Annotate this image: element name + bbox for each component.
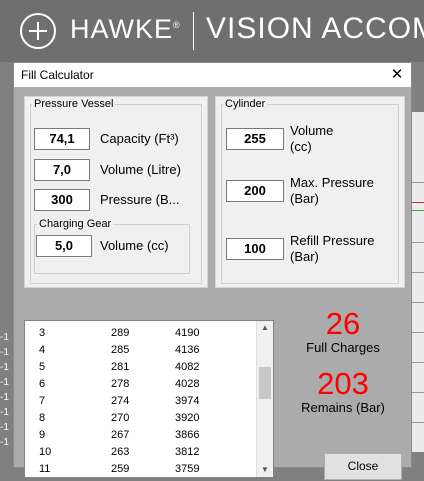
- list-item[interactable]: 7 274 3974: [25, 393, 255, 410]
- list-cell-index: 4: [39, 344, 46, 356]
- background-mark: -1: [0, 377, 9, 388]
- section-title: VISION ACCOMF: [206, 12, 424, 45]
- list-cell-index: 8: [39, 412, 46, 424]
- capacity-label: Capacity (Ft³): [100, 131, 179, 146]
- list-cell-value: 4190: [175, 327, 200, 339]
- scroll-down-icon[interactable]: ▼: [257, 463, 273, 477]
- volume-litre-field[interactable]: 7,0: [34, 159, 90, 181]
- list-cell-index: 11: [39, 463, 51, 475]
- hawke-logo-icon: [20, 13, 56, 49]
- list-cell-pressure: 281: [111, 361, 130, 373]
- background-mark: -1: [0, 422, 9, 433]
- list-cell-value: 3920: [175, 412, 200, 424]
- list-cell-index: 6: [39, 378, 46, 390]
- pressure-vessel-panel: Pressure Vessel 74,1 Capacity (Ft³) 7,0 …: [24, 96, 208, 288]
- list-item[interactable]: 8 270 3920: [25, 410, 255, 427]
- list-item[interactable]: 3 289 4190: [25, 325, 255, 342]
- list-cell-pressure: 263: [111, 446, 130, 458]
- scroll-up-icon[interactable]: ▲: [257, 321, 273, 335]
- charging-gear-volume-field[interactable]: 5,0: [36, 235, 92, 257]
- cylinder-label: Cylinder: [223, 98, 268, 110]
- pressure-field[interactable]: 300: [34, 189, 90, 211]
- background-left-marks: -1 -1 -1 -1 -1 -1 -1 -1: [0, 330, 12, 460]
- cylinder-volume-label: Volume: [290, 123, 334, 138]
- list-cell-value: 3759: [175, 463, 200, 475]
- list-item[interactable]: 11 259 3759: [25, 461, 255, 477]
- full-charges-value: 26: [325, 306, 361, 341]
- background-mark: -1: [0, 437, 9, 448]
- close-button[interactable]: Close: [324, 453, 402, 480]
- refill-pressure-label: Refill Pressure: [290, 233, 375, 248]
- list-cell-pressure: 267: [111, 429, 130, 441]
- fill-calculator-dialog: Fill Calculator ✕ Pressure Vessel 74,1 C…: [13, 62, 412, 480]
- brand-divider: [193, 12, 194, 50]
- title-bar: Fill Calculator ✕: [14, 63, 411, 87]
- list-cell-index: 10: [39, 446, 52, 458]
- list-cell-pressure: 270: [111, 412, 130, 424]
- list-item[interactable]: 10 263 3812: [25, 444, 255, 461]
- max-pressure-unit: (Bar): [290, 191, 319, 206]
- background-mark: -1: [0, 407, 9, 418]
- remains-label: Remains (Bar): [301, 400, 385, 415]
- background-chart-strip: [410, 112, 424, 452]
- charging-gear-volume-label: Volume (cc): [100, 238, 169, 253]
- list-cell-pressure: 259: [111, 463, 130, 475]
- list-cell-pressure: 289: [111, 327, 130, 339]
- background-mark: -1: [0, 347, 9, 358]
- background-mark: -1: [0, 362, 9, 373]
- list-scrollbar[interactable]: ▲ ▼: [256, 321, 273, 477]
- list-item[interactable]: 9 267 3866: [25, 427, 255, 444]
- list-cell-value: 3974: [175, 395, 200, 407]
- close-icon[interactable]: ✕: [383, 63, 411, 87]
- list-item[interactable]: 4 285 4136: [25, 342, 255, 359]
- list-cell-index: 9: [39, 429, 46, 441]
- charging-gear-label: Charging Gear: [37, 218, 114, 230]
- volume-litre-label: Volume (Litre): [100, 162, 181, 177]
- brand-name: HAWKE®: [70, 14, 181, 44]
- capacity-field[interactable]: 74,1: [34, 128, 90, 150]
- dialog-client: Pressure Vessel 74,1 Capacity (Ft³) 7,0 …: [14, 87, 411, 480]
- max-pressure-label: Max. Pressure: [290, 175, 374, 190]
- cylinder-panel: Cylinder 255 Volume (cc) 200 Max. Pressu…: [215, 96, 405, 288]
- list-cell-value: 4028: [175, 378, 200, 390]
- list-cell-value: 4136: [175, 344, 200, 356]
- max-pressure-field[interactable]: 200: [226, 180, 284, 202]
- cylinder-volume-unit: (cc): [290, 139, 312, 154]
- list-cell-value: 3812: [175, 446, 200, 458]
- dialog-title: Fill Calculator: [21, 68, 94, 82]
- scroll-thumb[interactable]: [259, 367, 271, 399]
- pressure-vessel-label: Pressure Vessel: [32, 98, 116, 110]
- remains-value: 203: [317, 366, 369, 401]
- list-cell-pressure: 285: [111, 344, 130, 356]
- list-item[interactable]: 6 278 4028: [25, 376, 255, 393]
- pressure-label: Pressure (B...: [100, 192, 180, 207]
- list-item[interactable]: 5 281 4082: [25, 359, 255, 376]
- list-cell-index: 5: [39, 361, 46, 373]
- list-cell-index: 7: [39, 395, 46, 407]
- background-mark: -1: [0, 332, 9, 343]
- app-header: HAWKE® VISION ACCOMF: [0, 0, 424, 62]
- fill-results-list[interactable]: 3 289 4190 4 285 4136 5 281 4082 6 278 4028 7 274 3974…: [24, 320, 274, 478]
- list-cell-pressure: 278: [111, 378, 130, 390]
- refill-pressure-unit: (Bar): [290, 249, 319, 264]
- list-cell-value: 4082: [175, 361, 200, 373]
- cylinder-volume-field[interactable]: 255: [226, 128, 284, 150]
- full-charges-label: Full Charges: [306, 340, 380, 355]
- refill-pressure-field[interactable]: 100: [226, 238, 284, 260]
- list-cell-index: 3: [39, 327, 46, 339]
- background-mark: -1: [0, 392, 9, 403]
- list-cell-value: 3866: [175, 429, 200, 441]
- list-cell-pressure: 274: [111, 395, 130, 407]
